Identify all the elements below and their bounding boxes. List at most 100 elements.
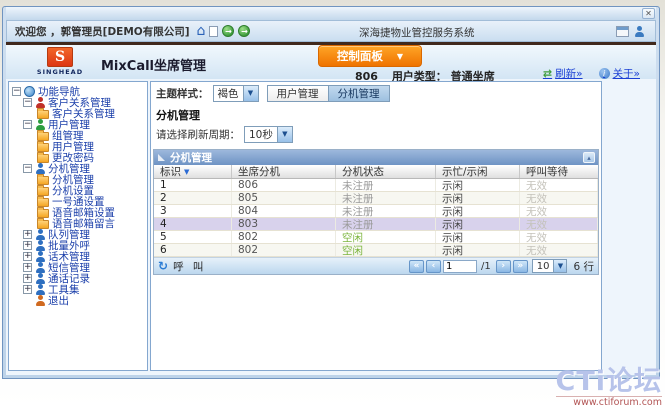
- collapse-icon[interactable]: [23, 98, 32, 107]
- folder-icon: [37, 220, 49, 229]
- table-row-selected[interactable]: 4 803 未注册 示闲 无效: [154, 218, 598, 231]
- close-icon[interactable]: ✕: [642, 8, 655, 19]
- folder-icon: [37, 154, 49, 163]
- chevron-down-icon[interactable]: ▼: [277, 127, 292, 142]
- column-header-status[interactable]: 分机状态: [336, 165, 436, 178]
- cell-id: 3: [154, 205, 232, 217]
- page-size-value: 10: [533, 261, 554, 272]
- refresh-period-row: 请选择刷新周期： 10秒 ▼: [156, 126, 601, 143]
- column-header-id[interactable]: 标识▼: [154, 165, 232, 178]
- cell-extension: 805: [232, 192, 336, 204]
- column-header-call-waiting[interactable]: 呼叫等待: [520, 165, 598, 178]
- page-number-input[interactable]: [443, 260, 477, 273]
- cell-id: 4: [154, 218, 232, 230]
- chevron-down-icon[interactable]: ▼: [243, 86, 258, 101]
- cell-extension: 804: [232, 205, 336, 217]
- expand-icon[interactable]: [23, 285, 32, 294]
- refresh-period-select[interactable]: 10秒 ▼: [244, 126, 293, 143]
- chevron-down-icon[interactable]: ▼: [553, 260, 566, 272]
- person-add-icon: [35, 229, 45, 240]
- folder-icon: [37, 209, 49, 218]
- person-add-icon: [35, 262, 45, 273]
- info-icon: i: [599, 68, 610, 79]
- column-header-busy-idle[interactable]: 示忙/示闲: [436, 165, 520, 178]
- expand-icon[interactable]: [23, 263, 32, 272]
- collapse-icon[interactable]: [23, 164, 32, 173]
- back-icon[interactable]: →: [222, 25, 234, 37]
- table-row[interactable]: 2 805 未注册 示闲 无效: [154, 192, 598, 205]
- person-exit-icon: [35, 295, 45, 306]
- theme-select-value: 褐色: [214, 86, 243, 101]
- call-button[interactable]: 呼 叫: [173, 259, 206, 274]
- about-link[interactable]: i 关于»: [599, 66, 640, 81]
- cell-busy-idle: 示闲: [436, 179, 520, 191]
- refresh-icon[interactable]: ↻: [158, 259, 168, 273]
- sidebar-item-toolkit[interactable]: 工具集: [9, 284, 147, 295]
- person-green-icon: [35, 119, 45, 130]
- singhead-logo: S SINGHEAD: [36, 47, 84, 76]
- folder-icon: [37, 143, 49, 152]
- prev-page-button[interactable]: ‹: [426, 260, 441, 273]
- user-icon[interactable]: [634, 26, 644, 37]
- theme-select[interactable]: 褐色 ▼: [213, 85, 259, 102]
- person-add-icon: [35, 284, 45, 295]
- cell-busy-idle: 示闲: [436, 205, 520, 217]
- table-row[interactable]: 6 802 空闲 示闲 无效: [154, 244, 598, 257]
- expand-icon[interactable]: [23, 252, 32, 261]
- refresh-icon: ⇄: [543, 67, 552, 80]
- table-row[interactable]: 1 806 未注册 示闲 无效: [154, 179, 598, 192]
- cell-call-waiting: 无效: [520, 231, 598, 243]
- column-header-extension[interactable]: 坐席分机: [232, 165, 336, 178]
- column-label: 分机状态: [342, 164, 384, 179]
- tab-extension-management[interactable]: 分机管理: [329, 85, 390, 102]
- system-name: 深海捷物业管控服务系统: [359, 25, 475, 40]
- last-page-button[interactable]: »: [513, 260, 528, 273]
- person-add-icon: [35, 273, 45, 284]
- cell-extension: 806: [232, 179, 336, 191]
- page-size-select[interactable]: 10 ▼: [532, 259, 568, 273]
- control-panel-label: 控制面板: [337, 48, 383, 64]
- sort-desc-icon[interactable]: ▼: [184, 168, 189, 176]
- tab-user-management[interactable]: 用户管理: [267, 85, 329, 102]
- cti-forum-logo: CTi论坛: [556, 366, 663, 397]
- cti-forum-url: www.ctiforum.com: [556, 396, 663, 408]
- table-body: 1 806 未注册 示闲 无效 2 805 未注册 示闲 无效: [154, 179, 598, 257]
- control-panel-button[interactable]: 控制面板 ▼: [318, 45, 422, 67]
- cell-status: 未注册: [336, 218, 436, 230]
- cell-busy-idle: 示闲: [436, 192, 520, 204]
- panel-corner-icon: [158, 154, 165, 161]
- expand-icon[interactable]: [23, 274, 32, 283]
- cell-status: 空闲: [336, 244, 436, 256]
- collapse-panel-icon[interactable]: ▴: [583, 152, 595, 163]
- collapse-icon[interactable]: [23, 120, 32, 129]
- cell-extension: 803: [232, 218, 336, 230]
- expand-icon[interactable]: [23, 230, 32, 239]
- folder-icon: [37, 132, 49, 141]
- collapse-icon[interactable]: [12, 87, 21, 96]
- first-page-button[interactable]: «: [409, 260, 424, 273]
- expand-icon[interactable]: [23, 241, 32, 250]
- globe-icon: [24, 86, 35, 97]
- column-label: 坐席分机: [238, 164, 280, 179]
- cell-id: 6: [154, 244, 232, 256]
- table-row[interactable]: 3 804 未注册 示闲 无效: [154, 205, 598, 218]
- row-count: 6 行: [573, 259, 594, 274]
- cell-busy-idle: 示闲: [436, 231, 520, 243]
- new-page-icon[interactable]: [209, 26, 218, 37]
- window-icon[interactable]: [616, 26, 629, 37]
- folder-icon: [37, 187, 49, 196]
- cell-extension: 802: [232, 244, 336, 256]
- forward-icon[interactable]: →: [238, 25, 250, 37]
- toolbar-icons: ⌂ → →: [197, 25, 251, 37]
- app-area: S SINGHEAD MixCall坐席管理 控制面板 ▼ 806 用户类型： …: [6, 42, 656, 375]
- next-page-button[interactable]: ›: [496, 260, 511, 273]
- refresh-link[interactable]: ⇄ 刷新»: [543, 66, 583, 81]
- theme-style-label: 主题样式：: [156, 86, 209, 101]
- refresh-period-value: 10秒: [245, 127, 277, 142]
- cell-status: 未注册: [336, 179, 436, 191]
- table-row[interactable]: 5 802 空闲 示闲 无效: [154, 231, 598, 244]
- cell-status: 空闲: [336, 231, 436, 243]
- cell-id: 2: [154, 192, 232, 204]
- home-icon[interactable]: ⌂: [197, 25, 206, 37]
- column-label: 呼叫等待: [526, 164, 568, 179]
